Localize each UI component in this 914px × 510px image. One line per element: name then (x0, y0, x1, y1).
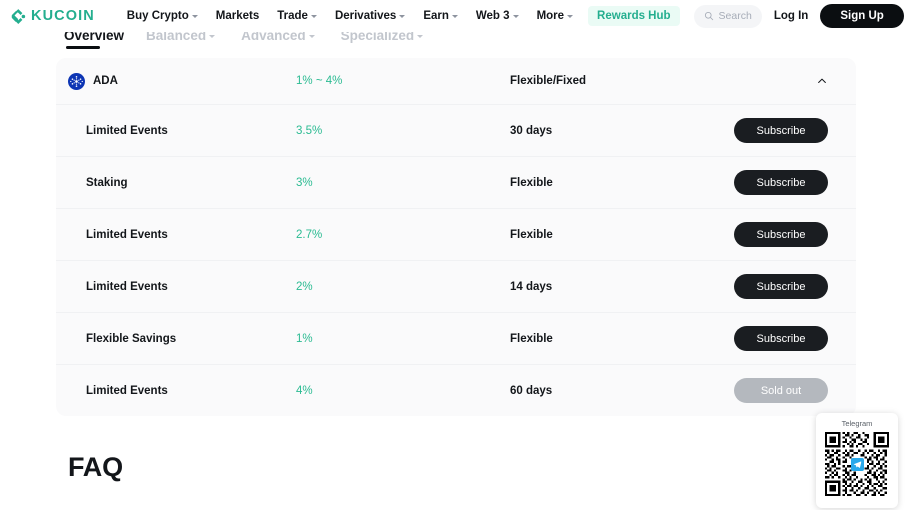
nav-item-buy-crypto[interactable]: Buy Crypto (118, 10, 207, 22)
tab-active-indicator (66, 46, 100, 49)
telegram-qr-widget[interactable]: Telegram (816, 413, 898, 508)
product-action-cell: Subscribe (732, 274, 828, 299)
nav-label: More (536, 10, 565, 22)
subscribe-button[interactable]: Subscribe (734, 170, 828, 195)
nav-item-web3[interactable]: Web 3 (467, 10, 528, 22)
coin-group-row-ada[interactable]: ADA 1% ~ 4% Flexible/Fixed (56, 58, 856, 104)
product-apr: 2% (296, 280, 313, 293)
nav-item-earn[interactable]: Earn (414, 10, 467, 22)
product-term: 30 days (510, 124, 553, 137)
faq-heading: FAQ (68, 452, 123, 482)
telegram-label: Telegram (841, 419, 873, 428)
nav-label: Buy Crypto (126, 10, 189, 22)
product-action-cell: Sold out (732, 378, 828, 403)
primary-nav-links: Buy Crypto Markets Trade Derivatives Ear… (118, 10, 582, 22)
product-action-cell: Subscribe (732, 118, 828, 143)
chevron-down-icon (209, 34, 216, 38)
table-row: Limited Events 2.7% Flexible Subscribe (56, 208, 856, 260)
product-apr: 4% (296, 384, 313, 397)
nav-label: Derivatives (334, 10, 397, 22)
telegram-qr-logo (851, 458, 864, 471)
product-term: Flexible (510, 228, 553, 241)
product-type: Staking (86, 176, 128, 189)
table-row: Staking 3% Flexible Subscribe (56, 156, 856, 208)
product-type: Limited Events (86, 384, 168, 397)
rewards-hub-button[interactable]: Rewards Hub (588, 6, 680, 26)
signup-button[interactable]: Sign Up (820, 4, 904, 28)
subscribe-button[interactable]: Subscribe (734, 326, 828, 351)
table-row: Limited Events 4% 60 days Sold out (56, 364, 856, 416)
nav-item-more[interactable]: More (528, 10, 582, 22)
product-type: Limited Events (86, 228, 168, 241)
chevron-down-icon (310, 15, 317, 18)
product-term: 14 days (510, 280, 553, 293)
product-action-cell: Subscribe (732, 326, 828, 351)
product-type: Flexible Savings (86, 332, 177, 345)
product-term: Flexible (510, 176, 553, 189)
chevron-down-icon (451, 15, 458, 18)
product-action-cell: Subscribe (732, 170, 828, 195)
nav-item-trade[interactable]: Trade (268, 10, 326, 22)
nav-item-markets[interactable]: Markets (207, 10, 268, 22)
telegram-icon (853, 461, 862, 468)
product-rows: Limited Events 3.5% 30 days Subscribe St… (56, 104, 856, 416)
chevron-down-icon (417, 34, 424, 38)
chevron-down-icon (512, 15, 519, 18)
product-term: Flexible (510, 332, 553, 345)
cardano-icon (68, 72, 85, 90)
qr-code (825, 432, 889, 496)
search-icon (704, 11, 713, 21)
chevron-down-icon (567, 15, 574, 18)
chevron-up-icon[interactable] (816, 75, 828, 87)
product-type: Limited Events (86, 280, 168, 293)
login-button[interactable]: Log In (762, 10, 821, 22)
coin-term-type: Flexible/Fixed (510, 75, 587, 87)
nav-label: Earn (423, 10, 449, 22)
chevron-down-icon (399, 15, 406, 18)
nav-right-actions: Log In Sign Up (762, 4, 914, 28)
earn-products-card: ADA 1% ~ 4% Flexible/Fixed Limited Event… (56, 58, 856, 416)
coin-apr-range: 1% ~ 4% (296, 75, 343, 87)
coin-identity: ADA (68, 72, 296, 90)
subscribe-button[interactable]: Subscribe (734, 274, 828, 299)
top-navigation-bar: KUCOIN Buy Crypto Markets Trade Derivati… (0, 0, 914, 32)
table-row: Flexible Savings 1% Flexible Subscribe (56, 312, 856, 364)
chevron-down-icon (191, 15, 198, 18)
nav-label: Markets (215, 10, 260, 22)
nav-item-derivatives[interactable]: Derivatives (326, 10, 414, 22)
kucoin-logo[interactable]: KUCOIN (10, 8, 95, 25)
product-action-cell: Subscribe (732, 222, 828, 247)
nav-label: Trade (277, 10, 308, 22)
search-placeholder: Search (718, 10, 752, 22)
nav-label: Web 3 (475, 10, 510, 22)
product-apr: 1% (296, 332, 313, 345)
product-apr: 3.5% (296, 124, 323, 137)
kucoin-logo-icon (11, 8, 26, 24)
product-term: 60 days (510, 384, 553, 397)
kucoin-logo-text: KUCOIN (31, 8, 95, 24)
coin-symbol: ADA (93, 75, 118, 87)
product-apr: 3% (296, 176, 313, 189)
search-input[interactable]: Search (693, 4, 762, 28)
product-apr: 2.7% (296, 228, 323, 241)
product-type: Limited Events (86, 124, 168, 137)
sold-out-button: Sold out (734, 378, 828, 403)
subscribe-button[interactable]: Subscribe (734, 222, 828, 247)
subscribe-button[interactable]: Subscribe (734, 118, 828, 143)
table-row: Limited Events 2% 14 days Subscribe (56, 260, 856, 312)
chevron-down-icon (308, 34, 315, 38)
table-row: Limited Events 3.5% 30 days Subscribe (56, 104, 856, 156)
